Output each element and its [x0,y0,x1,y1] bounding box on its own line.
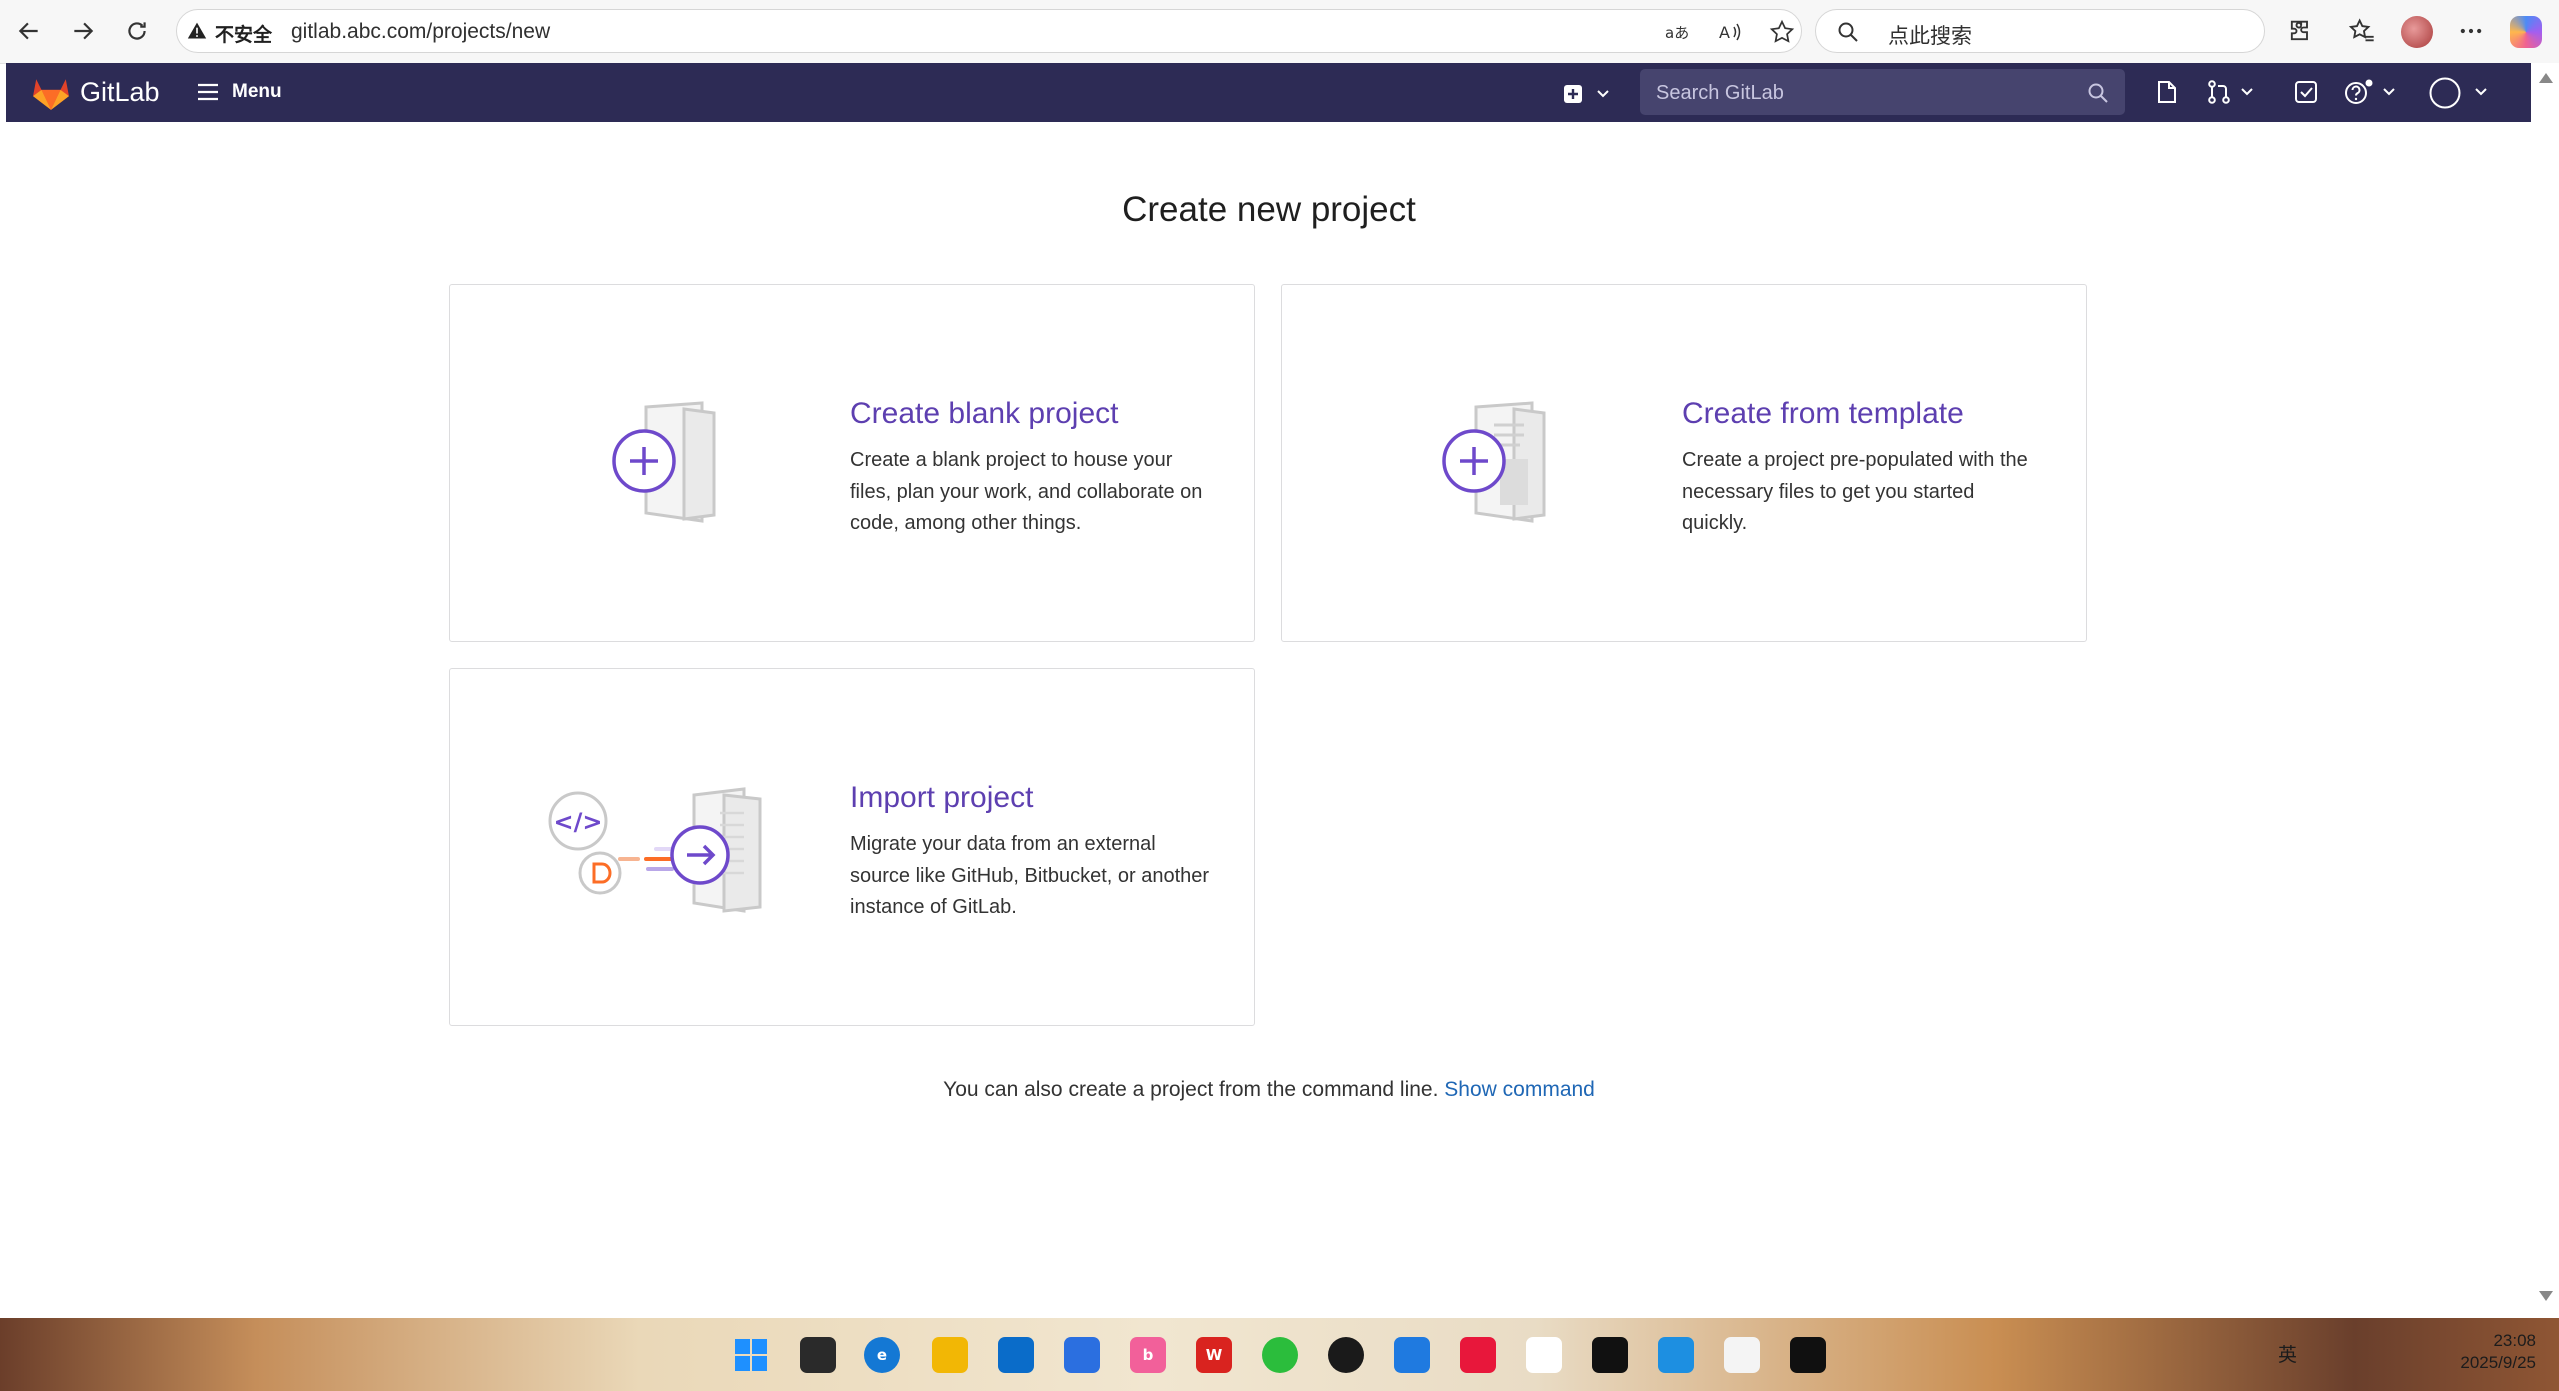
windows-taskbar: e b W 英 23:08 2025/9/25 [0,1318,2559,1391]
microsoft-store-icon[interactable] [998,1337,1034,1373]
chevron-down-icon [1597,90,1609,98]
feishu-icon[interactable] [1064,1337,1100,1373]
windows-start-icon [735,1339,767,1371]
translate-icon[interactable]: aあ [1663,19,1689,45]
create-blank-project-description: Create a blank project to house your fil… [850,449,1203,534]
create-from-template-title[interactable]: Create from template [1682,397,1964,431]
show-command-link[interactable]: Show command [1444,1078,1595,1101]
menu-button[interactable]: Menu [196,81,282,103]
command-line-text: You can also create a project from the c… [943,1078,1439,1101]
yuque-icon[interactable] [1460,1337,1496,1373]
svg-text:aあ: aあ [1665,24,1689,42]
address-bar[interactable]: 不安全 gitlab.abc.com/projects/new aあ A [176,9,1802,53]
favorites-icon[interactable] [2348,17,2376,45]
gitlab-header: GitLab Menu [6,63,2531,122]
menu-label: Menu [232,81,282,102]
dingtalk-icon[interactable] [1394,1337,1430,1373]
chevron-down-icon[interactable] [2240,87,2254,97]
start-button[interactable] [733,1337,769,1373]
browser-search-box[interactable]: 点此搜索 [1815,9,2265,53]
arrow-right-icon [74,22,94,40]
scroll-up-arrow-icon[interactable] [2539,73,2553,83]
gitlab-search[interactable] [1640,69,2125,117]
import-project-description: Migrate your data from an external sourc… [850,833,1210,918]
hamburger-icon [198,83,218,101]
forward-button[interactable] [66,14,100,48]
import-project-illustration-icon: </> [548,787,762,913]
create-blank-project-title[interactable]: Create blank project [850,397,1118,431]
security-label[interactable]: 不安全 [215,20,272,47]
svg-text:A: A [1719,23,1730,42]
todo-checkbox-icon[interactable] [2293,79,2319,105]
import-project-card[interactable]: </> Import project Migrate your data fro… [449,668,1255,1026]
warning-icon[interactable] [187,21,207,41]
profile-avatar[interactable] [2401,16,2433,48]
system-clock[interactable]: 23:08 2025/9/25 [2420,1330,2536,1374]
jetbrains-icon[interactable] [1592,1337,1628,1373]
create-from-template-card[interactable]: Create from template Create a project pr… [1281,284,2087,642]
create-blank-project-card[interactable]: Create blank project Create a blank proj… [449,284,1255,642]
back-button[interactable] [12,14,46,48]
help-icon[interactable] [2344,79,2374,105]
clock-date: 2025/9/25 [2460,1353,2536,1372]
search-icon [2088,83,2108,103]
gitlab-brand[interactable]: GitLab [80,77,160,108]
scroll-down-arrow-icon[interactable] [2539,1291,2553,1301]
blank-project-illustration-icon [612,401,716,523]
issues-icon[interactable] [2154,79,2180,105]
vertical-scrollbar[interactable] [2531,63,2559,1313]
search-icon [1838,22,1858,42]
extensions-icon[interactable] [2286,17,2314,45]
url-text[interactable]: gitlab.abc.com/projects/new [291,20,550,44]
gitlab-search-input[interactable] [1640,69,2078,117]
read-aloud-icon[interactable]: A [1717,19,1743,45]
user-avatar-icon[interactable] [2428,76,2462,110]
clock-time: 23:08 [2493,1331,2536,1350]
chevron-down-icon[interactable] [2382,87,2396,97]
refresh-button[interactable] [120,14,154,48]
import-project-title[interactable]: Import project [850,781,1033,815]
wps-office-icon[interactable]: W [1196,1337,1232,1373]
create-from-template-description: Create a project pre-populated with the … [1682,449,2028,534]
gitlab-logo-icon[interactable] [32,75,70,111]
command-line-hint: You can also create a project from the c… [0,1078,2538,1102]
wechat-icon[interactable] [1262,1337,1298,1373]
page-title: Create new project [1122,190,1416,229]
baidu-netdisk-icon[interactable] [1526,1337,1562,1373]
task-view-icon[interactable] [800,1337,836,1373]
input-language-indicator[interactable]: 英 [2278,1340,2297,1367]
new-dropdown-button[interactable] [1562,83,1610,105]
copilot-icon[interactable] [2510,16,2542,48]
plus-square-icon [1564,85,1582,103]
browser-toolbar: 不安全 gitlab.abc.com/projects/new aあ A 点此搜… [0,0,2559,64]
more-options-icon[interactable] [2457,17,2485,45]
arrow-left-icon [18,22,38,40]
file-explorer-icon[interactable] [932,1337,968,1373]
svg-text:</>: </> [554,808,603,836]
snipping-tool-icon[interactable] [1724,1337,1760,1373]
terminal-icon[interactable] [1790,1337,1826,1373]
chevron-down-icon[interactable] [2474,87,2488,97]
qq-icon[interactable] [1328,1337,1364,1373]
merge-request-icon[interactable] [2206,79,2232,105]
refresh-icon [128,22,146,40]
browser-search-placeholder: 点此搜索 [1888,25,1972,48]
template-project-illustration-icon [1442,401,1546,523]
edge-browser-icon[interactable]: e [864,1337,900,1373]
favorite-star-icon[interactable] [1769,19,1795,45]
bilibili-icon[interactable]: b [1130,1337,1166,1373]
virtual-machine-icon[interactable] [1658,1337,1694,1373]
